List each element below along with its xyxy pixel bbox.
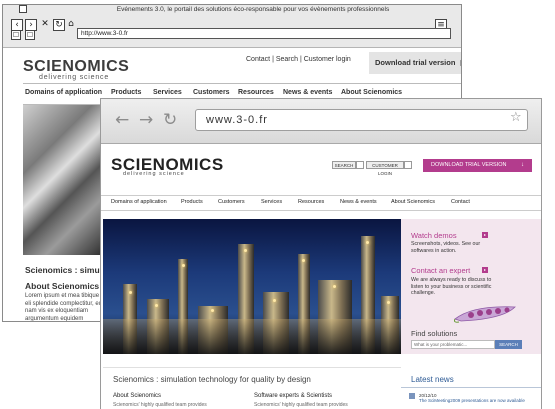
back-about-heading: About Scienomics : [25, 281, 105, 291]
nav-domains[interactable]: Domains of application [111, 199, 167, 205]
download-trial-button[interactable]: DOWNLOAD TRIAL VERSION [423, 159, 532, 172]
nav-news[interactable]: News & events [340, 199, 377, 205]
find-solutions-search-button[interactable]: SEARCH [495, 340, 522, 349]
back-nav-services[interactable]: Services [153, 89, 182, 96]
contact-expert-link[interactable]: Contact an expert [411, 266, 470, 275]
latest-news-heading: Latest news [411, 375, 454, 384]
bookmark-star-icon[interactable]: ☆ [510, 110, 522, 125]
find-solutions-input[interactable]: What is your problematic... [411, 340, 495, 349]
play-icon: ▶ [461, 58, 462, 67]
divider [401, 387, 541, 388]
nav-services[interactable]: Services [261, 199, 282, 205]
back-url-bar[interactable]: http://www.3-0.fr [77, 28, 451, 39]
back-about-body: Lorem ipsum et mea tibique eli splendide… [25, 293, 103, 322]
front-browser-window: ← → ↻ www.3-0.fr ☆ SCIENOMICS delivering… [100, 98, 542, 409]
customer-login-button[interactable]: CUSTOMER LOGIN [366, 161, 404, 176]
news-item-link[interactable]: The SciMeeting2009 presentations are now… [419, 398, 525, 403]
arrow-right-icon[interactable]: ▸ [482, 232, 488, 238]
page-tagline: Scienomics : simulation technology for q… [113, 375, 311, 384]
back-nav-news[interactable]: News & events [283, 89, 332, 96]
address-bar[interactable]: www.3-0.fr [195, 109, 528, 131]
back-hero-image [23, 105, 103, 255]
arrow-right-icon[interactable]: ▸ [482, 267, 488, 273]
chevron-down-icon: ↓ [521, 162, 524, 168]
back-nav-resources[interactable]: Resources [238, 89, 274, 96]
back-download-label: Download trial version [375, 58, 456, 67]
home-icon[interactable]: ⌂ [65, 19, 77, 31]
nav-customers[interactable]: Customers [218, 199, 245, 205]
back-window-title: Evénements 3.0, le portail des solutions… [116, 6, 390, 13]
nav-products[interactable]: Products [181, 199, 203, 205]
main-nav: Domains of application Products Customer… [101, 195, 541, 211]
reload-icon[interactable]: ↻ [163, 111, 177, 129]
back-nav-products[interactable]: Products [111, 89, 141, 96]
side-panel: Watch demos ▸ Screenshots, videos. See o… [401, 219, 541, 354]
experts-heading: Software experts & Scientists [254, 393, 333, 399]
about-heading: About Scienomics [113, 393, 162, 399]
print-icon[interactable]: ☐ [25, 30, 35, 40]
forward-arrow-icon[interactable]: → [139, 111, 153, 129]
search-button[interactable]: SEARCH [332, 161, 356, 169]
search-toggle[interactable] [356, 161, 364, 169]
back-arrow-icon[interactable]: ← [115, 111, 129, 129]
contact-expert-text: We are always ready to discuss to listen… [411, 277, 492, 296]
about-subtext: Scienomics' highly qualified team provid… [113, 402, 207, 408]
browser-toolbar: ← → ↻ www.3-0.fr ☆ [101, 99, 541, 144]
nav-about[interactable]: About Scienomics [391, 199, 435, 205]
close-icon[interactable]: ✕ [39, 19, 51, 31]
nav-resources[interactable]: Resources [298, 199, 324, 205]
watch-demos-link[interactable]: Watch demos [411, 231, 457, 240]
nav-contact[interactable]: Contact [451, 199, 470, 205]
news-document-icon [409, 393, 415, 399]
divider [103, 367, 401, 368]
pea-pod-illustration [454, 306, 516, 323]
back-titlebar: Evénements 3.0, le portail des solutions… [3, 5, 461, 48]
hero-refinery-image [103, 219, 401, 354]
window-control-icon[interactable] [19, 5, 27, 13]
find-solutions-label: Find solutions [411, 329, 458, 338]
experts-subtext: Scienomics' highly qualified team provid… [254, 402, 348, 408]
back-nav-about[interactable]: About Scienomics [341, 89, 402, 96]
back-nav-customers[interactable]: Customers [193, 89, 230, 96]
bookmark-icon[interactable]: ☐ [11, 30, 21, 40]
logo-tagline: delivering science [123, 171, 185, 177]
back-download-button[interactable]: Download trial version ▶ [369, 52, 461, 74]
back-top-links[interactable]: Contact | Search | Customer login [246, 56, 351, 63]
login-toggle[interactable] [404, 161, 412, 169]
back-logo-tagline: delivering science [39, 74, 110, 81]
refresh-icon[interactable]: ↻ [53, 19, 65, 31]
watch-demos-text: Screenshots, videos. See our softwares i… [411, 241, 481, 254]
back-nav-domains[interactable]: Domains of application [25, 89, 102, 96]
